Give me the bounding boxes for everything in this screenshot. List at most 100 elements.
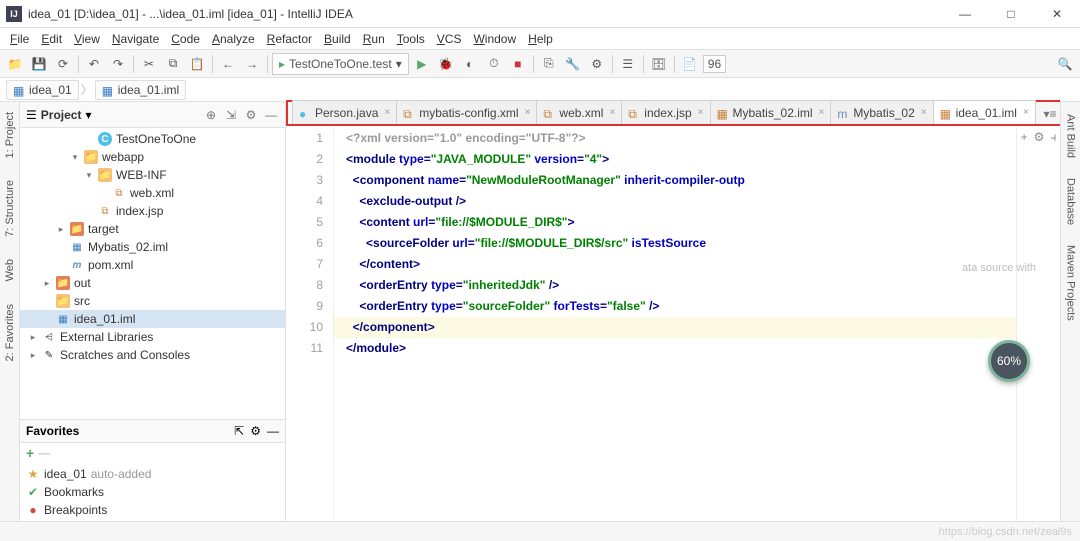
open-icon[interactable]: 📁 bbox=[4, 53, 26, 75]
editor-tab-idea_01-iml[interactable]: ▦idea_01.iml× bbox=[933, 100, 1036, 124]
left-tab-web[interactable]: Web bbox=[2, 253, 18, 287]
run-config-dropdown[interactable]: ▸ TestOneToOne.test ▾ bbox=[272, 53, 409, 75]
project-tree[interactable]: CTestOneToOne▾📁webapp▾📁WEB-INF⧉web.xml⧉i… bbox=[20, 128, 285, 419]
gear-icon[interactable]: ⚙ bbox=[250, 424, 261, 438]
profile-icon[interactable]: ⏱ bbox=[483, 53, 505, 75]
code-line[interactable]: </component> bbox=[334, 317, 1016, 338]
tree-twist-icon[interactable]: ▸ bbox=[56, 224, 66, 235]
redo-icon[interactable]: ↷ bbox=[107, 53, 129, 75]
memory-meter[interactable]: 60% bbox=[988, 340, 1030, 382]
split-icon[interactable]: ⫞ bbox=[1050, 130, 1056, 145]
tree-item-web-inf[interactable]: ▾📁WEB-INF bbox=[20, 166, 285, 184]
paste-icon[interactable]: 📋 bbox=[186, 53, 208, 75]
tree-item-pom-xml[interactable]: mpom.xml bbox=[20, 256, 285, 274]
menu-window[interactable]: Window bbox=[467, 32, 522, 46]
add-favorite-button[interactable]: + — bbox=[20, 443, 285, 463]
editor-tab-index-jsp[interactable]: ⧉index.jsp× bbox=[621, 100, 710, 124]
add-icon[interactable]: + bbox=[1021, 130, 1028, 144]
menu-build[interactable]: Build bbox=[318, 32, 357, 46]
tree-item-idea_01-iml[interactable]: ▦idea_01.iml bbox=[20, 310, 285, 328]
menu-tools[interactable]: Tools bbox=[391, 32, 431, 46]
favorite-idea_01[interactable]: ★idea_01 auto-added bbox=[20, 465, 285, 483]
tree-item-index-jsp[interactable]: ⧉index.jsp bbox=[20, 202, 285, 220]
left-tab-2-favorites[interactable]: 2: Favorites bbox=[2, 298, 18, 367]
maximize-button[interactable]: □ bbox=[988, 0, 1034, 28]
menu-file[interactable]: File bbox=[4, 32, 35, 46]
editor-tab-mybatis-config-xml[interactable]: ⧉mybatis-config.xml× bbox=[396, 100, 537, 124]
menu-refactor[interactable]: Refactor bbox=[261, 32, 318, 46]
code-line[interactable]: </content> bbox=[346, 254, 1016, 275]
gear-icon[interactable]: ⚙ bbox=[243, 107, 259, 123]
tree-item-out[interactable]: ▸📁out bbox=[20, 274, 285, 292]
editor-tab-person-java[interactable]: ●Person.java× bbox=[292, 100, 397, 124]
tree-twist-icon[interactable]: ▸ bbox=[28, 332, 38, 343]
structure-icon[interactable]: ☰ bbox=[617, 53, 639, 75]
code-editor[interactable]: 1234567891011 <?xml version="1.0" encodi… bbox=[286, 126, 1060, 521]
favorite-bookmarks[interactable]: ✔Bookmarks bbox=[20, 483, 285, 501]
tree-twist-icon[interactable]: ▾ bbox=[84, 170, 94, 181]
coverage-icon[interactable]: ◐ bbox=[459, 53, 481, 75]
close-icon[interactable]: × bbox=[525, 107, 531, 118]
right-tab-maven-projects[interactable]: Maven Projects bbox=[1063, 241, 1079, 325]
tree-twist-icon[interactable]: ▾ bbox=[70, 152, 80, 163]
hide-icon[interactable]: — bbox=[263, 107, 279, 123]
breadcrumb-0[interactable]: ▦idea_01 bbox=[6, 80, 79, 100]
editor-tab-mybatis_02[interactable]: mMybatis_02× bbox=[830, 100, 933, 124]
tree-item-web-xml[interactable]: ⧉web.xml bbox=[20, 184, 285, 202]
menu-run[interactable]: Run bbox=[357, 32, 391, 46]
close-icon[interactable]: × bbox=[1023, 107, 1029, 118]
menu-code[interactable]: Code bbox=[165, 32, 206, 46]
close-icon[interactable]: × bbox=[384, 107, 390, 118]
close-icon[interactable]: × bbox=[921, 107, 927, 118]
tree-twist-icon[interactable]: ▸ bbox=[28, 350, 38, 361]
menu-view[interactable]: View bbox=[68, 32, 106, 46]
left-tab-7-structure[interactable]: 7: Structure bbox=[2, 174, 18, 243]
code-line[interactable]: </module> bbox=[346, 338, 1016, 359]
menu-vcs[interactable]: VCS bbox=[431, 32, 468, 46]
code-line[interactable]: <orderEntry type="sourceFolder" forTests… bbox=[346, 296, 1016, 317]
tab-list-icon[interactable]: ▾≡ bbox=[1040, 104, 1060, 124]
editor-tab-mybatis_02-iml[interactable]: ▦Mybatis_02.iml× bbox=[710, 100, 832, 124]
close-button[interactable]: ✕ bbox=[1034, 0, 1080, 28]
tree-twist-icon[interactable]: ▸ bbox=[42, 278, 52, 289]
close-icon[interactable]: × bbox=[698, 107, 704, 118]
editor-tab-web-xml[interactable]: ⧉web.xml× bbox=[536, 100, 622, 124]
search-icon[interactable]: 🔍 bbox=[1054, 53, 1076, 75]
chevron-down-icon[interactable]: ▾ bbox=[85, 108, 91, 122]
favorite-breakpoints[interactable]: ●Breakpoints bbox=[20, 501, 285, 519]
run-icon[interactable]: ▶ bbox=[411, 53, 433, 75]
minimize-button[interactable]: — bbox=[942, 0, 988, 28]
code-content[interactable]: <?xml version="1.0" encoding="UTF-8"?><m… bbox=[334, 126, 1016, 521]
right-tab-ant-build[interactable]: Ant Build bbox=[1063, 110, 1079, 162]
menu-help[interactable]: Help bbox=[522, 32, 559, 46]
scope-icon[interactable]: ⊕ bbox=[203, 107, 219, 123]
close-icon[interactable]: × bbox=[819, 107, 825, 118]
close-icon[interactable]: × bbox=[609, 107, 615, 118]
tree-item-scratches-and-consoles[interactable]: ▸✎Scratches and Consoles bbox=[20, 346, 285, 364]
tree-item-testonetoone[interactable]: CTestOneToOne bbox=[20, 130, 285, 148]
save-icon[interactable]: 💾 bbox=[28, 53, 50, 75]
undo-icon[interactable]: ↶ bbox=[83, 53, 105, 75]
tree-item-webapp[interactable]: ▾📁webapp bbox=[20, 148, 285, 166]
tree-item-mybatis_02-iml[interactable]: ▦Mybatis_02.iml bbox=[20, 238, 285, 256]
fav-expand-icon[interactable]: ⇱ bbox=[234, 424, 244, 438]
stop-icon[interactable]: ■ bbox=[507, 53, 529, 75]
tool2-icon[interactable]: ⚙ bbox=[586, 53, 608, 75]
right-tab-database[interactable]: Database bbox=[1063, 174, 1079, 229]
tool1-icon[interactable]: 🔧 bbox=[562, 53, 584, 75]
attach-icon[interactable]: ⎘ bbox=[538, 53, 560, 75]
code-line[interactable]: <exclude-output /> bbox=[346, 191, 1016, 212]
gear-icon[interactable]: ⚙ bbox=[1034, 130, 1045, 144]
code-line[interactable]: <content url="file://$MODULE_DIR$"> bbox=[346, 212, 1016, 233]
menu-edit[interactable]: Edit bbox=[35, 32, 68, 46]
copy-icon[interactable]: ⧉ bbox=[162, 53, 184, 75]
back-icon[interactable]: ← bbox=[217, 53, 239, 75]
refresh-icon[interactable]: ⟳ bbox=[52, 53, 74, 75]
code-line[interactable]: <?xml version="1.0" encoding="UTF-8"?> bbox=[346, 128, 1016, 149]
collapse-icon[interactable]: ⇲ bbox=[223, 107, 239, 123]
db-icon[interactable]: 🗄 bbox=[648, 53, 670, 75]
forward-icon[interactable]: → bbox=[241, 53, 263, 75]
left-tab-1-project[interactable]: 1: Project bbox=[2, 106, 18, 164]
cut-icon[interactable]: ✂ bbox=[138, 53, 160, 75]
code-line[interactable]: <module type="JAVA_MODULE" version="4"> bbox=[346, 149, 1016, 170]
